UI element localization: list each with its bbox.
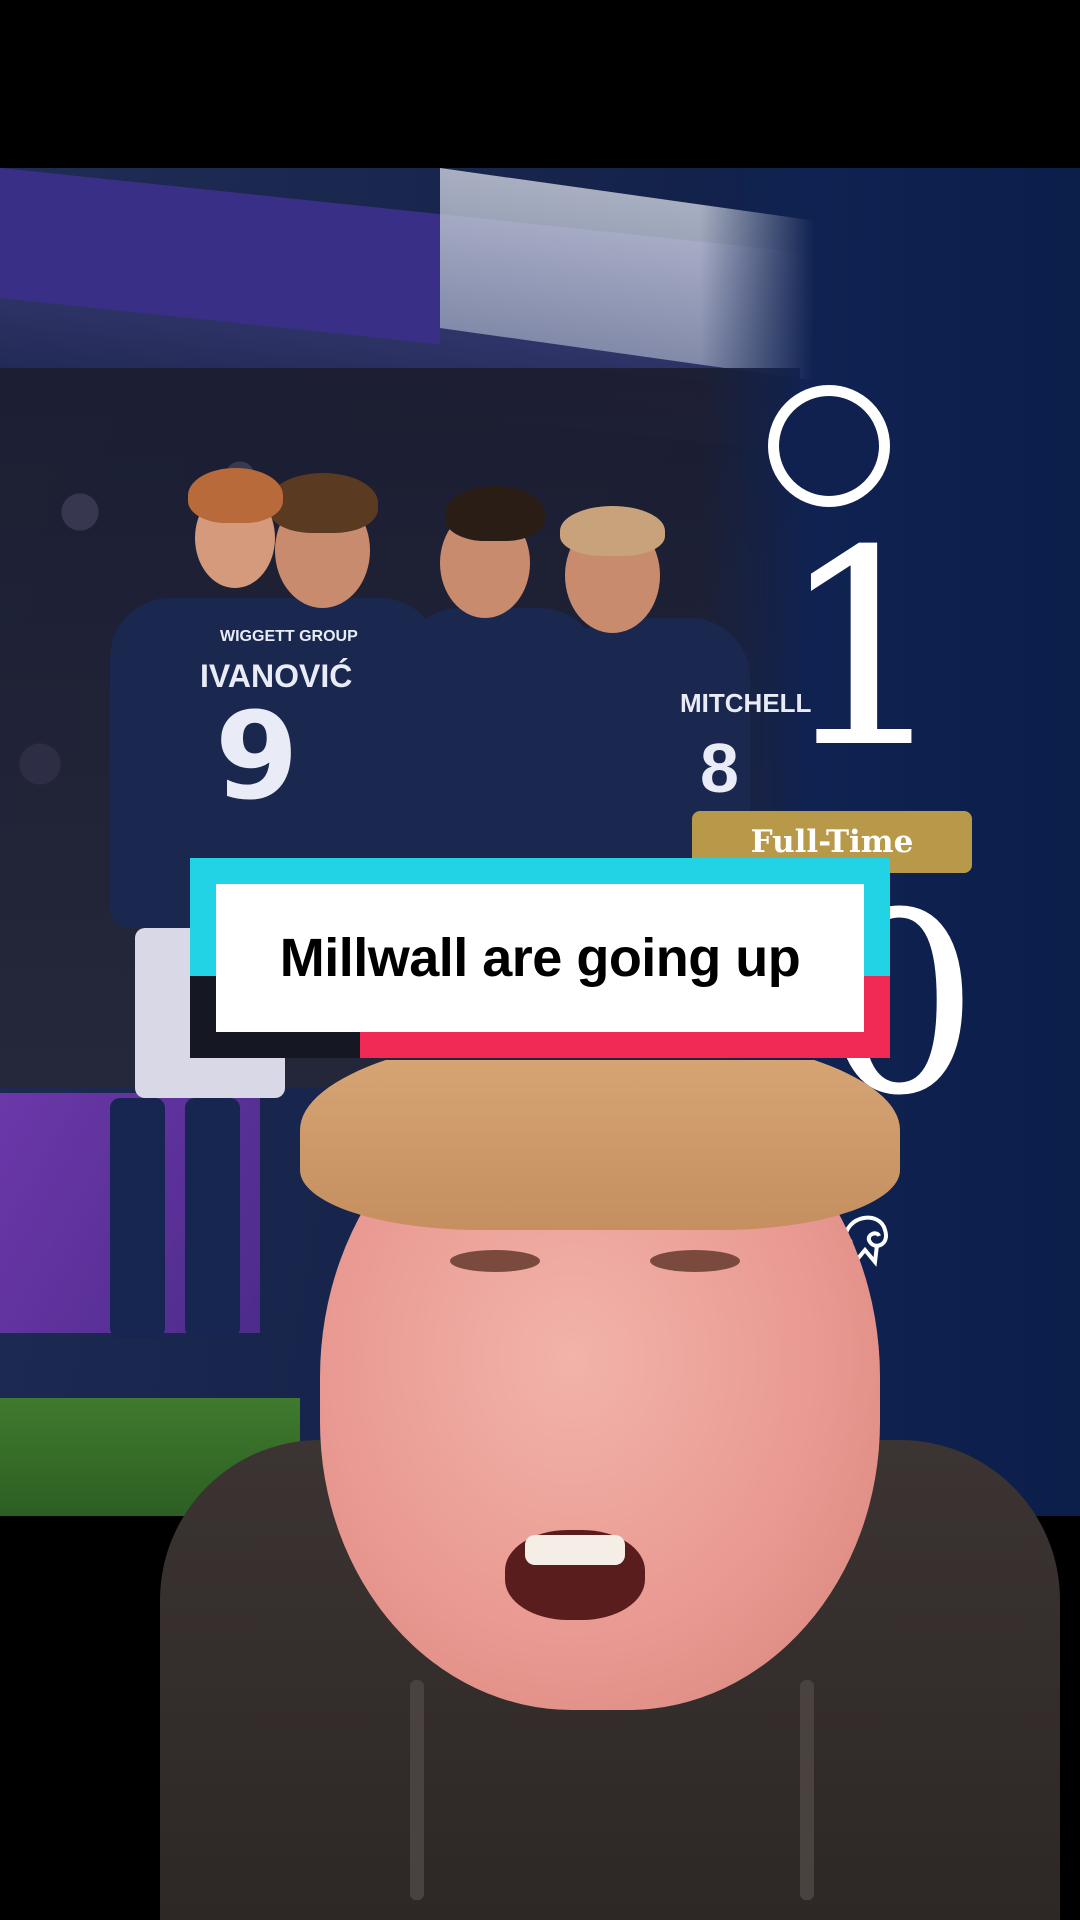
caption-text: Millwall are going up — [279, 928, 801, 988]
caption-banner: Millwall are going up — [190, 858, 890, 1058]
presenter-eye — [650, 1250, 740, 1272]
home-score: 1 — [778, 492, 950, 807]
caption-box: Millwall are going up — [216, 884, 864, 1032]
presenter-hair — [300, 1060, 900, 1230]
hoodie-cord — [800, 1680, 814, 1900]
presenter-eye — [450, 1250, 540, 1272]
millwall-crest-icon — [768, 385, 890, 507]
player-hair — [445, 486, 545, 541]
video-frame: WIGGETT GROUP IVANOVIĆ 9 MITCHELL 8 1 Fu… — [0, 0, 1080, 1920]
player-sponsor: WIGGETT GROUP — [220, 628, 358, 645]
lion-emblem — [776, 393, 882, 499]
player-number: 9 — [215, 688, 299, 827]
hoodie-cord — [410, 1680, 424, 1900]
player-hair — [188, 468, 283, 523]
player-hair — [268, 473, 378, 533]
presenter-teeth — [525, 1535, 625, 1565]
presenter — [160, 1060, 1060, 1920]
player-number: 8 — [700, 729, 739, 807]
player-hair — [560, 506, 665, 556]
player-sock — [110, 1098, 165, 1338]
